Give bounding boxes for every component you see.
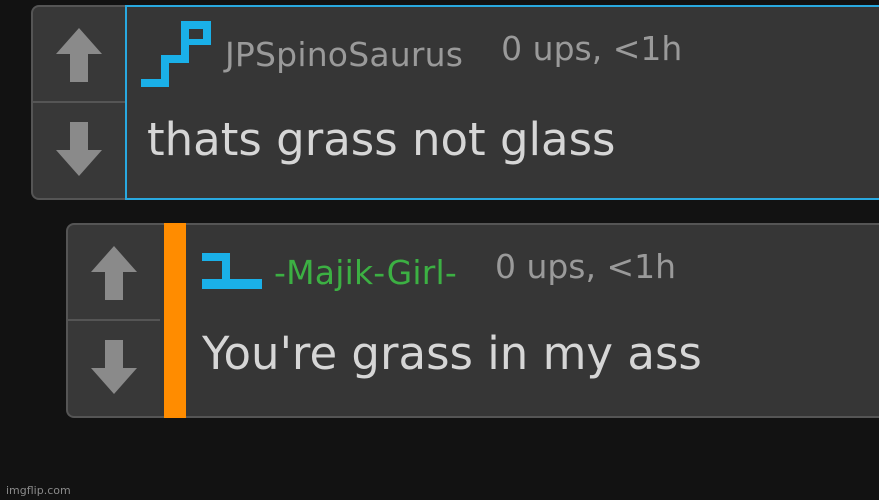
pixel-avatar-icon[interactable] [141,21,213,87]
reply-comment: -Majik-Girl- 0 ups, <1h You're grass in … [66,223,879,418]
vote-column [31,5,125,200]
watermark: imgflip.com [6,484,71,497]
reply-indicator-bar [164,223,186,418]
comment-header: JPSpinoSaurus 0 ups, <1h [141,21,682,87]
down-arrow-icon [56,122,102,177]
pixel-avatar-icon[interactable] [202,249,262,295]
up-arrow-icon [56,27,102,82]
vote-column [66,223,160,418]
comment-meta: 0 ups, <1h [501,28,683,68]
comment-username[interactable]: JPSpinoSaurus [225,35,463,74]
comment-body: JPSpinoSaurus 0 ups, <1h thats grass not… [125,5,879,200]
comment-header: -Majik-Girl- 0 ups, <1h [202,246,677,295]
comment-username[interactable]: -Majik-Girl- [274,253,457,292]
comment-meta: 0 ups, <1h [494,246,677,286]
comment-body: -Majik-Girl- 0 ups, <1h You're grass in … [160,223,879,418]
upvote-button[interactable] [68,225,160,321]
downvote-button[interactable] [68,321,160,417]
downvote-button[interactable] [33,103,125,199]
down-arrow-icon [91,340,137,395]
comment: JPSpinoSaurus 0 ups, <1h thats grass not… [31,5,879,200]
comment-text: You're grass in my ass [202,327,702,380]
comment-text: thats grass not glass [147,113,616,166]
upvote-button[interactable] [33,7,125,103]
up-arrow-icon [91,245,137,300]
